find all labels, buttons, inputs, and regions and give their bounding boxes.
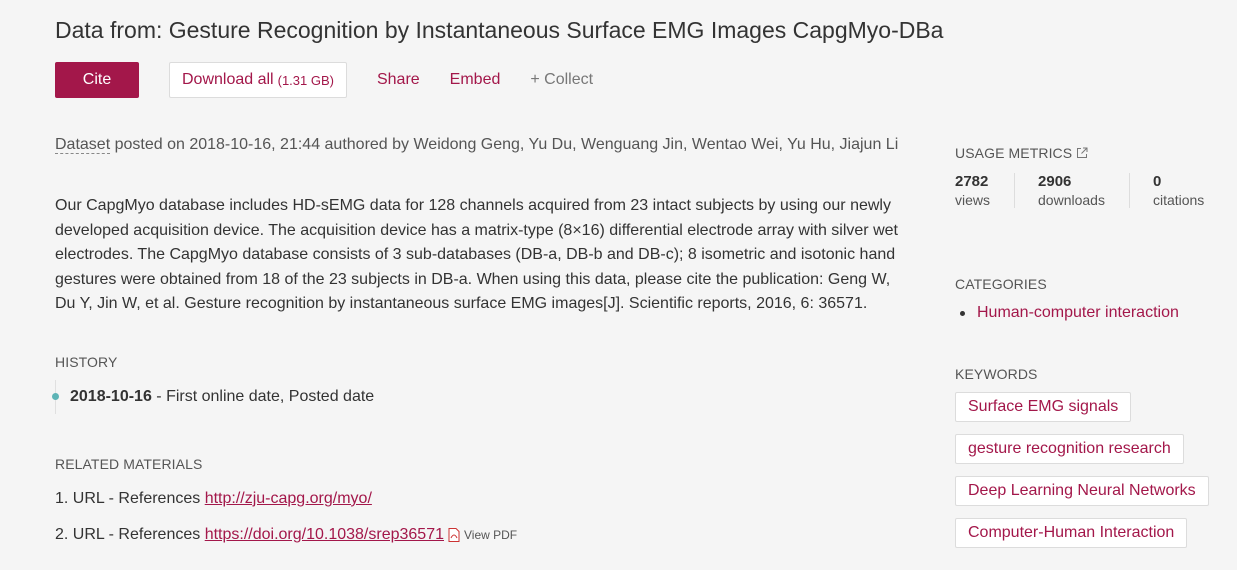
item-type-link[interactable]: Dataset [55,136,111,154]
category-label: Human-computer interaction [977,304,1179,321]
related-item-number: 2. [55,526,69,543]
related-item: 2. URL - References https://doi.org/10.1… [55,526,517,544]
usage-metrics: 2782 views 2906 downloads 0 citations [955,173,1228,208]
related-item-link[interactable]: https://doi.org/10.1038/srep36571 [205,526,444,544]
metric-label: views [955,192,991,208]
pdf-icon[interactable] [448,528,460,542]
embed-button[interactable]: Embed [450,71,501,89]
external-link-icon [1077,147,1088,158]
byline-text: posted on 2018-10-16, 21:44 authored by … [110,136,899,153]
keyword-tag[interactable]: Deep Learning Neural Networks [955,476,1209,506]
metric-label: citations [1152,192,1205,208]
metric-label: downloads [1038,192,1105,208]
collect-button[interactable]: + Collect [530,71,593,89]
metric-value: 0 [1152,173,1162,190]
related-item-label: URL - References [72,490,205,507]
metric-value: 2782 [955,173,989,190]
timeline-dot [52,393,59,400]
description: Our CapgMyo database includes HD-sEMG da… [55,197,898,312]
download-label: Download all [182,71,274,88]
related-item: 1. URL - References http://zju-capg.org/… [55,490,372,508]
download-size: (1.31 GB) [277,72,334,88]
keyword-tag[interactable]: Surface EMG signals [955,392,1132,422]
related-materials-heading: RELATED MATERIALS [55,456,203,472]
metric-citations: 0 citations [1128,173,1228,208]
action-toolbar: Cite Download all (1.31 GB) Share Embed … [55,62,593,98]
share-button[interactable]: Share [377,71,420,89]
download-all-button[interactable]: Download all (1.31 GB) [169,62,347,98]
related-item-number: 1. [55,490,69,507]
keyword-tag[interactable]: gesture recognition research [955,434,1184,464]
usage-metrics-label: USAGE METRICS [955,145,1073,161]
keywords-heading: KEYWORDS [955,366,1038,382]
metric-downloads: 2906 downloads [1014,173,1129,208]
history-entry: 2018-10-16 - First online date, Posted d… [52,380,375,414]
usage-metrics-heading[interactable]: USAGE METRICS [955,145,1088,161]
keyword-tag[interactable]: Computer-Human Interaction [955,518,1188,548]
cite-button[interactable]: Cite [55,62,139,98]
metric-views: 2782 views [955,173,1014,208]
byline: Dataset posted on 2018-10-16, 21:44 auth… [55,136,898,154]
metric-value: 2906 [1038,173,1072,190]
category-item[interactable]: Human-computer interaction [960,304,1179,322]
history-date: 2018-10-16 [70,388,152,405]
view-pdf-link[interactable]: View PDF [464,528,517,542]
categories-heading: CATEGORIES [955,276,1047,292]
bullet-icon [960,310,965,316]
history-heading: HISTORY [55,354,118,370]
related-item-link[interactable]: http://zju-capg.org/myo/ [205,490,372,508]
history-text: - First online date, Posted date [151,388,375,405]
page-title: Data from: Gesture Recognition by Instan… [55,17,944,43]
related-item-label: URL - References [72,526,205,543]
